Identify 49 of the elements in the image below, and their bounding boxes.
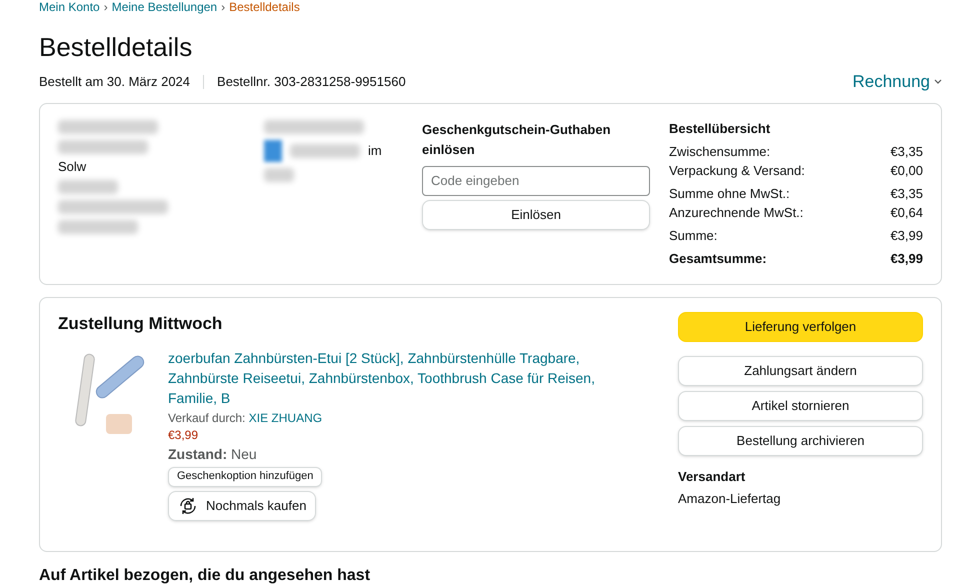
action-button[interactable]: Artikel stornieren (678, 390, 923, 420)
summary-heading: Bestellübersicht (669, 120, 772, 138)
seller-link[interactable]: XIE ZHUANG (248, 410, 322, 424)
breadcrumb-link[interactable]: Mein Konto (39, 0, 100, 14)
item-price: €3,99 (168, 426, 198, 444)
card-logo-icon (264, 140, 282, 162)
summary-label: Verpackung & Versand: (669, 162, 805, 180)
summary-value: €0,00 (890, 162, 923, 180)
address-text: Solw (58, 160, 88, 174)
shipping-method: Amazon-Liefertag (678, 490, 782, 508)
page-title: Bestelldetails (39, 31, 194, 63)
summary-label: Anzurechnende MwSt.: (669, 204, 804, 222)
summary-value: €3,35 (890, 142, 923, 160)
caret-icon (934, 79, 942, 84)
summary-label: Summe ohne MwSt.: (669, 184, 790, 202)
order-date: Bestellt am 30. März 2024 (39, 73, 190, 91)
summary-value: €3,99 (890, 250, 923, 268)
blurred-text (264, 168, 294, 182)
summary-value: €3,35 (890, 184, 923, 202)
condition-value: Neu (231, 446, 257, 462)
summary-value: €3,99 (890, 226, 923, 244)
order-number: Bestellnr. 303-2831258-9951560 (217, 73, 406, 91)
section-heading: Auf Artikel bezogen, die du angesehen hast (39, 566, 372, 586)
action-button[interactable]: Bestellung archivieren (678, 426, 923, 456)
summary-value: €0,64 (890, 204, 923, 222)
payment-text: im (368, 142, 382, 160)
shipment-heading: Zustellung Mittwoch (58, 312, 224, 335)
seller-label: Verkauf durch: (168, 410, 246, 424)
redeem-button[interactable]: Einlösen (422, 200, 650, 230)
condition-label: Zustand: (168, 446, 228, 462)
blurred-text (290, 144, 360, 158)
action-button[interactable]: Zahlungsart ändern (678, 356, 923, 386)
summary-label: Zwischensumme: (669, 142, 770, 160)
gift-option-button[interactable]: Geschenkoption hinzufügen (168, 466, 322, 486)
breadcrumb-link[interactable]: Meine Bestellungen (112, 0, 218, 14)
blurred-text (58, 180, 118, 194)
reorder-icon (178, 496, 198, 516)
shipping-heading: Versandart (678, 468, 746, 486)
summary-label: Gesamtsumme: (669, 250, 767, 268)
action-button[interactable]: Lieferung verfolgen (678, 312, 923, 342)
breadcrumb-separator: › (104, 0, 108, 14)
buy-again-button[interactable]: Nochmals kaufen (168, 490, 316, 520)
summary-label: Summe: (669, 226, 718, 244)
code-input-field[interactable]: Code eingeben (422, 166, 650, 196)
gift-card-heading: Geschenkgutschein-Guthaben einlösen (422, 120, 612, 158)
breadcrumb-separator: › (221, 0, 226, 14)
breadcrumb-link[interactable]: Bestelldetails (229, 0, 300, 14)
invoice-link[interactable]: Rechnung (852, 69, 942, 94)
product-title-link[interactable]: zoerbufan Zahnbürsten-Etui [2 Stück], Zahnbürstenhülle Tragbare, Zahnbürste Reiseetui, Zahnbürstenbox, Toothbrush Case für Reisen, Familie, B (168, 348, 638, 408)
